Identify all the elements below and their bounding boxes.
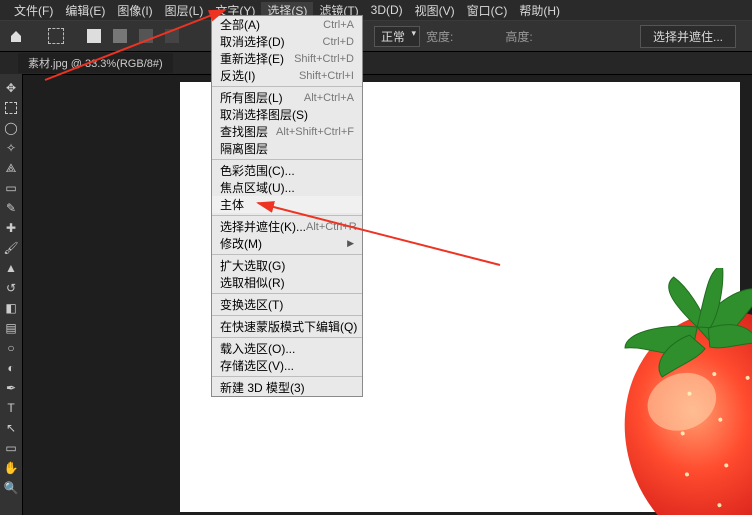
select-and-mask-button[interactable]: 选择并遮住... <box>640 25 736 48</box>
gradient-tool-icon[interactable]: ▤ <box>0 318 22 338</box>
height-label: 高度: <box>505 28 532 45</box>
menu-window[interactable]: 窗口(C) <box>461 2 514 19</box>
crop-tool-icon[interactable]: ⟁ <box>0 158 22 178</box>
document-tab[interactable]: 素材.jpg @ 33.3%(RGB/8#) <box>18 53 173 73</box>
wand-tool-icon[interactable]: ✧ <box>0 138 22 158</box>
menu-item-find-layers[interactable]: 查找图层Alt+Shift+Ctrl+F <box>212 123 362 140</box>
selection-sub-icon[interactable] <box>136 27 156 45</box>
menu-item-all-layers[interactable]: 所有图层(L)Alt+Ctrl+A <box>212 89 362 106</box>
path-tool-icon[interactable]: ↖ <box>0 418 22 438</box>
blend-mode-select[interactable]: 正常 <box>374 26 420 47</box>
menu-item-deselect[interactable]: 取消选择(D)Ctrl+D <box>212 33 362 50</box>
pen-tool-icon[interactable]: ✒ <box>0 378 22 398</box>
menu-item-modify[interactable]: 修改(M) <box>212 235 362 252</box>
type-tool-icon[interactable]: T <box>0 398 22 418</box>
shape-tool-icon[interactable]: ▭ <box>0 438 22 458</box>
eyedropper-tool-icon[interactable]: ✎ <box>0 198 22 218</box>
zoom-tool-icon[interactable]: 🔍 <box>0 478 22 498</box>
menu-item-color-range[interactable]: 色彩范围(C)... <box>212 162 362 179</box>
menu-view[interactable]: 视图(V) <box>409 2 461 19</box>
heal-tool-icon[interactable]: ✚ <box>0 218 22 238</box>
menu-image[interactable]: 图像(I) <box>111 2 158 19</box>
menu-layer[interactable]: 图层(L) <box>159 2 210 19</box>
tools-panel: ✥ ◯ ✧ ⟁ ▭ ✎ ✚ 🖌 ▲ ↺ ◧ ▤ ○ ◐ ✒ T ↖ ▭ ✋ 🔍 <box>0 74 23 515</box>
history-brush-tool-icon[interactable]: ↺ <box>0 278 22 298</box>
menu-3d[interactable]: 3D(D) <box>365 3 409 17</box>
menu-item-subject[interactable]: 主体 <box>212 196 362 213</box>
marquee-tool-icon[interactable] <box>0 98 22 118</box>
menu-item-transform-selection[interactable]: 变换选区(T) <box>212 296 362 313</box>
selection-add-icon[interactable] <box>110 27 130 45</box>
menu-item-quickmask[interactable]: 在快速蒙版模式下编辑(Q) <box>212 318 362 335</box>
menu-item-reselect[interactable]: 重新选择(E)Shift+Ctrl+D <box>212 50 362 67</box>
menu-item-inverse[interactable]: 反选(I)Shift+Ctrl+I <box>212 67 362 84</box>
selection-intersect-icon[interactable] <box>162 27 182 45</box>
width-label: 宽度: <box>426 28 453 45</box>
eraser-tool-icon[interactable]: ◧ <box>0 298 22 318</box>
menu-item-grow[interactable]: 扩大选取(G) <box>212 257 362 274</box>
menu-item-focus-area[interactable]: 焦点区域(U)... <box>212 179 362 196</box>
menu-item-deselect-layers[interactable]: 取消选择图层(S) <box>212 106 362 123</box>
menu-item-load-selection[interactable]: 载入选区(O)... <box>212 340 362 357</box>
menu-item-similar[interactable]: 选取相似(R) <box>212 274 362 291</box>
menu-item-new-3d[interactable]: 新建 3D 模型(3) <box>212 379 362 396</box>
menu-item-select-and-mask[interactable]: 选择并遮住(K)...Alt+Ctrl+R <box>212 218 362 235</box>
lasso-tool-icon[interactable]: ◯ <box>0 118 22 138</box>
strawberry-image <box>580 268 752 515</box>
menu-item-save-selection[interactable]: 存储选区(V)... <box>212 357 362 374</box>
select-menu-dropdown: 全部(A)Ctrl+A 取消选择(D)Ctrl+D 重新选择(E)Shift+C… <box>211 15 363 397</box>
dodge-tool-icon[interactable]: ◐ <box>0 358 22 378</box>
brush-tool-icon[interactable]: 🖌 <box>0 238 22 258</box>
home-icon[interactable] <box>6 27 26 45</box>
stamp-tool-icon[interactable]: ▲ <box>0 258 22 278</box>
menu-edit[interactable]: 编辑(E) <box>59 2 111 19</box>
menu-file[interactable]: 文件(F) <box>8 2 59 19</box>
hand-tool-icon[interactable]: ✋ <box>0 458 22 478</box>
frame-tool-icon[interactable]: ▭ <box>0 178 22 198</box>
menu-item-all[interactable]: 全部(A)Ctrl+A <box>212 16 362 33</box>
blur-tool-icon[interactable]: ○ <box>0 338 22 358</box>
menu-item-isolate-layers[interactable]: 隔离图层 <box>212 140 362 157</box>
menu-help[interactable]: 帮助(H) <box>513 2 566 19</box>
selection-new-icon[interactable] <box>84 27 104 45</box>
marquee-preset-icon[interactable] <box>46 27 66 45</box>
move-tool-icon[interactable]: ✥ <box>0 78 22 98</box>
